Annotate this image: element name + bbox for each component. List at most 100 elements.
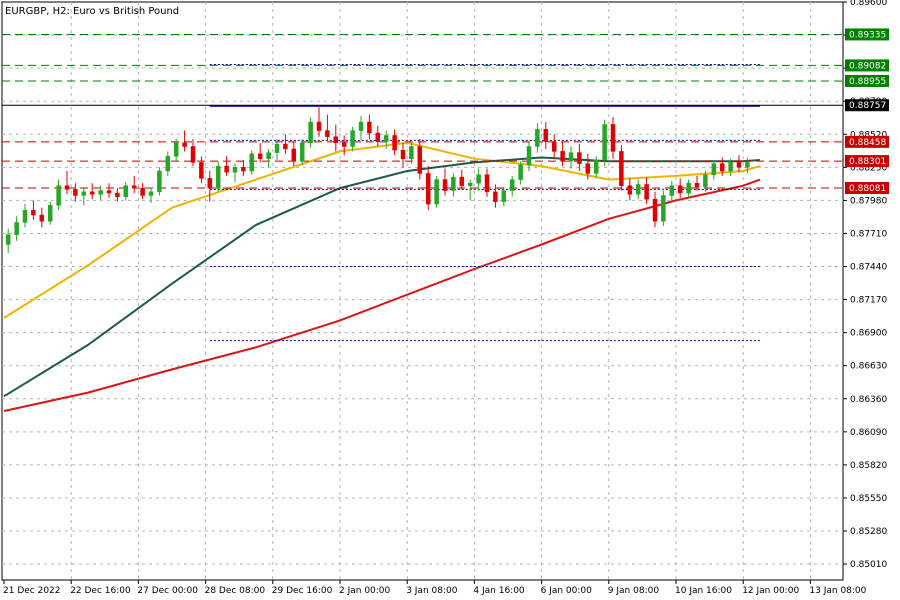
candle-body xyxy=(123,185,129,197)
time-tick-label: 22 Dec 16:00 xyxy=(70,586,131,596)
candle-body xyxy=(115,192,120,197)
candle-body xyxy=(131,185,137,189)
candle xyxy=(131,175,137,194)
price-tick-label: 0.86360 xyxy=(850,395,887,405)
candle-body xyxy=(140,187,145,196)
candle-body xyxy=(73,189,78,196)
time-tick-label: 4 Jan 16:00 xyxy=(473,586,525,596)
candle xyxy=(14,216,19,241)
candle xyxy=(190,139,196,167)
candle xyxy=(459,169,465,190)
candle-body xyxy=(47,205,53,222)
candle-body xyxy=(661,195,666,222)
price-chart[interactable]: 0.896000.893300.890600.887900.885200.882… xyxy=(0,0,900,600)
candle-body xyxy=(316,121,322,131)
candle xyxy=(535,123,540,153)
candle-body xyxy=(619,151,624,186)
moving-average-line xyxy=(3,178,761,412)
candle xyxy=(610,117,616,159)
candle-body xyxy=(291,148,297,162)
candle-body xyxy=(358,121,364,131)
candle xyxy=(22,204,28,228)
candle xyxy=(467,179,473,201)
price-tick-label: 0.85010 xyxy=(850,560,887,570)
time-tick-label: 10 Jan 16:00 xyxy=(675,586,732,596)
candle-body xyxy=(64,185,70,190)
candle xyxy=(232,163,238,183)
candle-body xyxy=(383,135,389,142)
candles xyxy=(5,107,750,254)
candle-body xyxy=(677,185,683,194)
candle-body xyxy=(501,190,507,202)
candle xyxy=(400,142,406,168)
candle xyxy=(434,175,439,208)
candle xyxy=(106,183,112,198)
candle xyxy=(81,188,87,206)
candle-body xyxy=(509,179,515,191)
candle-body xyxy=(610,124,616,152)
candle-body xyxy=(98,190,103,195)
candle-body xyxy=(451,176,456,191)
plot-frame xyxy=(1,1,844,581)
candle-body xyxy=(182,142,187,147)
candle xyxy=(89,183,95,200)
candle-body xyxy=(274,143,280,153)
candle xyxy=(249,150,255,175)
candle-body xyxy=(31,209,36,216)
candle xyxy=(669,180,675,202)
candle xyxy=(5,228,11,254)
candle xyxy=(560,141,565,167)
candle-body xyxy=(106,190,112,194)
candle-body xyxy=(350,130,355,147)
candle xyxy=(358,115,364,141)
candle xyxy=(375,125,381,147)
candle-body xyxy=(417,146,423,174)
candle xyxy=(199,156,204,184)
candle xyxy=(392,129,397,156)
candle-body xyxy=(593,159,599,174)
candle-body xyxy=(568,152,574,162)
candle-body xyxy=(585,163,591,174)
candle-body xyxy=(493,191,498,202)
candle xyxy=(291,141,297,167)
candle-body xyxy=(81,191,87,196)
candle-body xyxy=(635,184,641,195)
candle-body xyxy=(266,152,271,159)
candle-body xyxy=(518,164,523,180)
candle-body xyxy=(644,184,649,200)
level-price-tag-label: 0.89082 xyxy=(849,61,886,71)
candle-body xyxy=(249,153,255,172)
candle xyxy=(207,170,213,202)
level-price-tag-label: 0.88757 xyxy=(849,101,886,111)
chart-window: 0.896000.893300.890600.887900.885200.882… xyxy=(0,0,900,600)
time-tick-label: 12 Jan 00:00 xyxy=(742,586,799,596)
time-tick-label: 3 Jan 08:00 xyxy=(406,586,458,596)
candle-body xyxy=(669,185,675,196)
candle xyxy=(257,142,263,163)
candle xyxy=(308,117,313,148)
candle-body xyxy=(224,165,229,173)
price-tick-label: 0.85280 xyxy=(850,527,887,537)
candle xyxy=(686,179,691,198)
candle xyxy=(661,190,666,227)
candle-body xyxy=(425,173,431,205)
candle-body xyxy=(148,191,154,196)
candle xyxy=(241,159,246,176)
candle xyxy=(215,161,221,192)
time-tick-label: 21 Dec 2022 xyxy=(3,586,61,596)
candle xyxy=(173,139,179,162)
candle-body xyxy=(467,182,473,186)
candle-body xyxy=(39,214,45,222)
candle xyxy=(341,135,347,156)
time-tick-label: 29 Dec 16:00 xyxy=(272,586,333,596)
candle xyxy=(39,207,45,228)
candle-body xyxy=(577,152,582,164)
candle xyxy=(409,142,414,164)
candle-body xyxy=(165,156,171,172)
candle-body xyxy=(173,142,179,157)
candle-body xyxy=(719,163,725,172)
price-tick-label: 0.85820 xyxy=(850,461,887,471)
candle-body xyxy=(215,165,221,189)
candle-body xyxy=(56,185,61,206)
candle xyxy=(140,183,145,200)
